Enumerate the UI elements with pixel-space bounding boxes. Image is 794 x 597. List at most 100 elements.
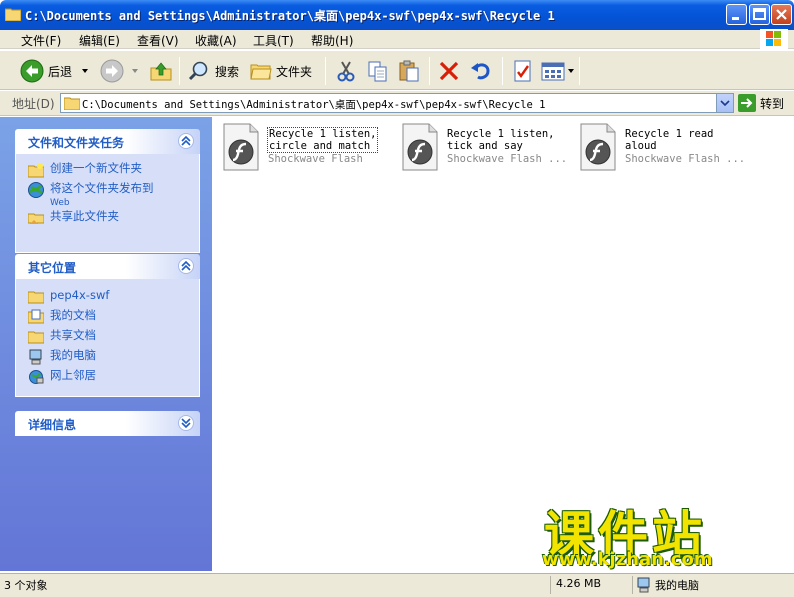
panel-header[interactable]: 文件和文件夹任务 — [15, 129, 200, 154]
scissors-icon — [337, 61, 355, 82]
search-button[interactable]: 搜索 — [187, 57, 239, 85]
flash-file-icon — [223, 123, 259, 171]
place-my-computer[interactable]: 我的电脑 — [28, 349, 96, 365]
address-value: C:\Documents and Settings\Administrator\… — [82, 99, 546, 111]
file-type: Shockwave Flash ... — [625, 153, 746, 165]
toolbar: 后退 搜索 文件夹 — [0, 50, 794, 90]
chevron-down-icon — [720, 100, 730, 107]
file-name: Recycle 1 read aloud — [625, 128, 714, 152]
properties-button[interactable] — [511, 57, 535, 85]
file-name: Recycle 1 listen, tick and say — [447, 128, 554, 152]
address-dropdown-button[interactable] — [716, 94, 733, 112]
panel-header[interactable]: 其它位置 — [15, 254, 200, 279]
maximize-icon — [753, 8, 766, 20]
network-icon — [29, 370, 44, 384]
address-input[interactable]: C:\Documents and Settings\Administrator\… — [60, 93, 734, 113]
place-label: 网上邻居 — [50, 368, 96, 382]
copy-icon — [368, 61, 387, 82]
cut-button[interactable] — [334, 57, 358, 85]
address-label: 地址(D) — [12, 97, 55, 111]
chevron-down-icon[interactable] — [567, 66, 575, 76]
panel-title: 详细信息 — [28, 418, 77, 432]
toolbar-separator — [429, 57, 430, 85]
watermark-url: www.kjzhan.com — [542, 549, 713, 570]
back-arrow-icon — [20, 59, 44, 83]
task-label-text: 将这个文件夹发布到 — [50, 181, 154, 195]
panel-body: pep4x-swf 我的文档 共享文档 我的电脑 网上邻居 — [15, 279, 200, 397]
chevron-down-icon[interactable] — [80, 66, 90, 76]
delete-button[interactable] — [437, 57, 461, 85]
folders-button[interactable]: 文件夹 — [250, 57, 312, 85]
task-share-folder[interactable]: 共享此文件夹 — [28, 210, 119, 226]
close-button[interactable] — [771, 4, 792, 25]
chevron-up-icon — [181, 135, 191, 146]
task-label: 共享此文件夹 — [50, 209, 119, 223]
title-bar[interactable]: C:\Documents and Settings\Administrator\… — [0, 0, 794, 30]
copy-button[interactable] — [366, 57, 390, 85]
flash-file-icon — [580, 123, 616, 171]
folder-icon — [64, 97, 80, 110]
paste-icon — [399, 60, 419, 82]
expand-button[interactable] — [178, 415, 194, 431]
toolbar-separator — [179, 57, 180, 85]
collapse-button[interactable] — [178, 133, 194, 149]
file-item[interactable]: Recycle 1 read aloud Shockwave Flash ... — [579, 123, 754, 173]
undo-icon — [471, 63, 490, 80]
status-object-count: 3 个对象 — [4, 579, 48, 592]
minimize-button[interactable] — [726, 4, 747, 25]
place-my-documents[interactable]: 我的文档 — [28, 309, 96, 325]
collapse-button[interactable] — [178, 258, 194, 274]
task-label: 创建一个新文件夹 — [50, 161, 142, 175]
up-folder-icon — [150, 62, 172, 81]
file-name-line: aloud — [625, 140, 657, 152]
place-network[interactable]: 网上邻居 — [28, 369, 96, 385]
task-pane: 文件和文件夹任务 创建一个新文件夹 将这个文件夹发布到 Web 共享此文件夹 其它… — [0, 117, 212, 571]
menu-help[interactable]: 帮助(H) — [311, 32, 353, 49]
windows-flag-icon — [766, 31, 781, 46]
toolbar-separator — [325, 57, 326, 85]
forward-button[interactable] — [100, 57, 140, 85]
place-label: pep4x-swf — [50, 288, 110, 302]
menu-favorites[interactable]: 收藏(A) — [195, 32, 237, 49]
properties-icon — [514, 60, 531, 82]
back-label: 后退 — [48, 64, 73, 79]
file-type: Shockwave Flash ... — [447, 153, 568, 165]
menu-view[interactable]: 查看(V) — [137, 32, 179, 49]
file-name-line: Recycle 1 listen, — [269, 128, 377, 140]
close-icon — [776, 9, 787, 20]
share-folder-icon — [28, 213, 44, 224]
maximize-button[interactable] — [749, 4, 770, 25]
go-button[interactable]: 转到 — [738, 94, 784, 112]
chevron-down-icon[interactable] — [130, 66, 140, 76]
panel-header[interactable]: 详细信息 — [15, 411, 200, 436]
panel-title: 文件和文件夹任务 — [28, 136, 125, 150]
file-name-line: circle and match — [269, 140, 371, 152]
chevron-down-icon — [181, 418, 191, 429]
task-publish-web[interactable]: 将这个文件夹发布到 Web — [28, 182, 154, 210]
back-button[interactable]: 后退 — [20, 57, 90, 85]
status-divider — [632, 576, 633, 594]
status-size: 4.26 MB — [556, 577, 602, 590]
other-places-panel: 其它位置 pep4x-swf 我的文档 共享文档 我的电脑 网上邻居 — [15, 254, 200, 397]
up-folder-button[interactable] — [149, 57, 173, 85]
file-item[interactable]: Recycle 1 listen, circle and match Shockw… — [222, 123, 397, 173]
minimize-icon — [732, 17, 739, 20]
task-label: 将这个文件夹发布到 Web — [50, 182, 154, 210]
window-title: C:\Documents and Settings\Administrator\… — [25, 9, 555, 23]
status-divider — [550, 576, 551, 594]
menu-edit[interactable]: 编辑(E) — [79, 32, 120, 49]
go-arrow-icon — [738, 94, 756, 112]
menu-file[interactable]: 文件(F) — [21, 32, 61, 49]
file-folder-tasks-panel: 文件和文件夹任务 创建一个新文件夹 将这个文件夹发布到 Web 共享此文件夹 — [15, 129, 200, 253]
chevron-up-icon — [181, 260, 191, 271]
views-button[interactable] — [541, 57, 575, 85]
paste-button[interactable] — [397, 57, 421, 85]
undo-button[interactable] — [469, 57, 493, 85]
place-shared-documents[interactable]: 共享文档 — [28, 329, 96, 345]
file-item[interactable]: Recycle 1 listen, tick and say Shockwave … — [401, 123, 576, 173]
menu-bar: 文件(F) 编辑(E) 查看(V) 收藏(A) 工具(T) 帮助(H) — [0, 30, 794, 49]
menu-tools[interactable]: 工具(T) — [253, 32, 294, 49]
place-pep4x-swf[interactable]: pep4x-swf — [28, 289, 109, 305]
go-label: 转到 — [760, 96, 785, 111]
task-new-folder[interactable]: 创建一个新文件夹 — [28, 162, 142, 178]
